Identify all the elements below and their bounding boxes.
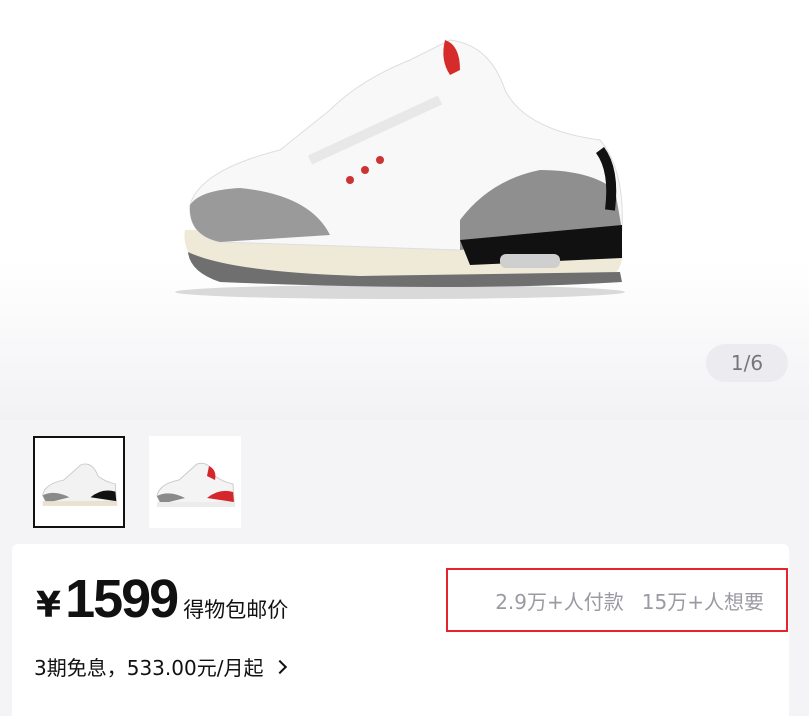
sneaker-hero-image xyxy=(175,39,625,299)
chevron-right-icon xyxy=(273,659,288,674)
want-count: 15万+人想要 xyxy=(641,589,764,614)
price-card: ¥ 1599 得物包邮价 2.9万+人付款 15万+人想要 3期免息，533.0… xyxy=(12,544,789,716)
sneaker-thumbnail-icon xyxy=(156,462,235,507)
thumbnail-fire-red[interactable] xyxy=(149,436,241,528)
sales-stats-highlight: 2.9万+人付款 15万+人想要 xyxy=(446,568,788,632)
image-counter: 1/6 xyxy=(706,344,788,382)
price-note: 得物包邮价 xyxy=(183,598,289,622)
currency-symbol: ¥ xyxy=(36,585,62,626)
installment-text: 3期免息，533.00元/月起 xyxy=(34,656,264,680)
thumbnail-white-cement[interactable] xyxy=(33,436,125,528)
installment-info[interactable]: 3期免息，533.00元/月起 xyxy=(34,652,288,681)
paid-count: 2.9万+人付款 xyxy=(495,589,624,614)
price-value: 1599 xyxy=(65,569,179,629)
price-row: ¥ 1599 得物包邮价 xyxy=(36,568,288,630)
product-gallery[interactable]: 1/6 xyxy=(0,0,809,420)
sneaker-thumbnail-icon xyxy=(42,463,118,506)
